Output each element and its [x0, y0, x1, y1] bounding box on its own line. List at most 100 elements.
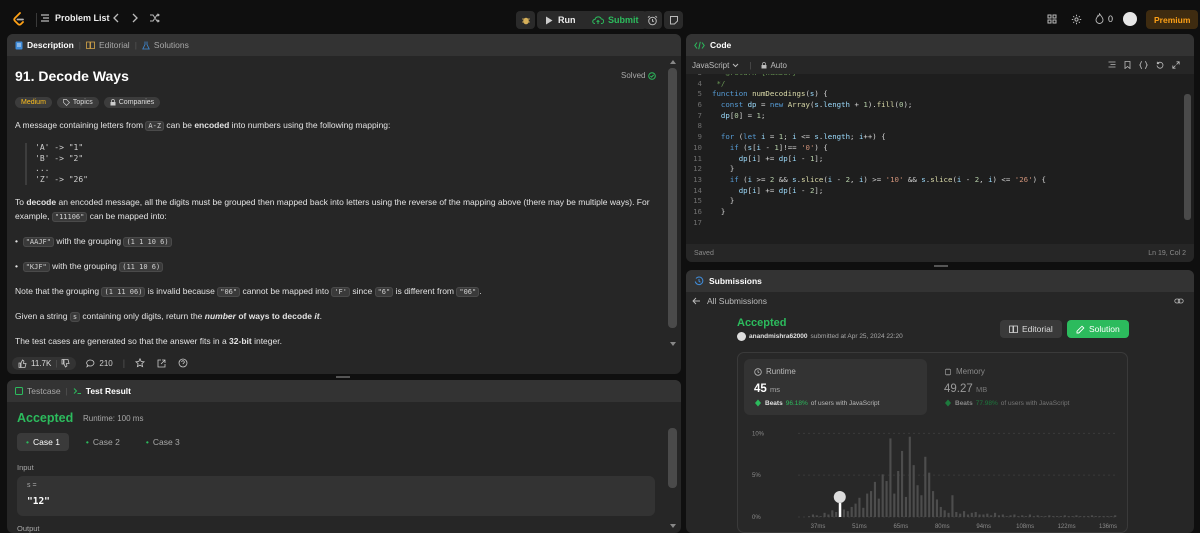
leetcode-logo[interactable]	[12, 12, 26, 27]
submit-button[interactable]: Submit	[584, 11, 647, 29]
histogram-bar[interactable]	[1059, 516, 1063, 517]
case-tab-3[interactable]: • Case 3	[137, 433, 189, 451]
reset-icon[interactable]	[1156, 61, 1164, 69]
histogram-bar[interactable]	[1094, 516, 1097, 517]
histogram-bar[interactable]	[1063, 515, 1066, 517]
histogram-bar[interactable]	[846, 511, 849, 517]
histogram-bar[interactable]	[811, 514, 815, 517]
histogram-bar[interactable]	[842, 509, 846, 517]
histogram-bar[interactable]	[974, 511, 977, 517]
histogram-bar[interactable]	[912, 465, 915, 517]
histogram-bar[interactable]	[881, 474, 884, 517]
comments-button[interactable]: 210	[80, 357, 118, 370]
histogram-bar[interactable]	[939, 506, 942, 517]
histogram-bar[interactable]	[1028, 514, 1032, 517]
histogram-bar[interactable]	[1067, 516, 1070, 517]
histogram-bar[interactable]	[873, 481, 877, 517]
histogram-bar[interactable]	[1098, 516, 1101, 517]
histogram-bar[interactable]	[823, 512, 826, 517]
memory-stat[interactable]: Memory 49.27 MB Beats 77.98% of users wi…	[934, 359, 1117, 415]
all-submissions-link[interactable]: All Submissions	[707, 296, 767, 306]
histogram-bar[interactable]	[1087, 516, 1090, 517]
random-problem-button[interactable]	[149, 13, 160, 23]
histogram-bar[interactable]	[970, 512, 973, 517]
histogram-bar[interactable]	[1025, 516, 1028, 517]
username[interactable]: anandmishra62000	[749, 333, 808, 340]
notes-button[interactable]	[664, 11, 683, 29]
vertical-resize-handle[interactable]	[934, 265, 948, 267]
problem-list-button[interactable]: Problem List	[40, 13, 110, 23]
histogram-bar[interactable]	[955, 511, 958, 517]
histogram-bar[interactable]	[1021, 515, 1024, 517]
tab-description[interactable]: Description	[15, 40, 74, 50]
histogram-bar[interactable]	[982, 514, 985, 517]
tab-test-result[interactable]: Test Result	[73, 386, 131, 396]
scrollbar[interactable]	[668, 56, 677, 352]
histogram-bar[interactable]	[1075, 515, 1078, 517]
user-marker-avatar[interactable]	[833, 491, 846, 503]
histogram-bar[interactable]	[827, 514, 830, 517]
runtime-stat[interactable]: Runtime 45 ms Beats 96.18% of users with…	[744, 359, 927, 415]
histogram-bar[interactable]	[866, 493, 869, 517]
debug-button[interactable]	[516, 11, 535, 29]
companies-tag[interactable]: Companies	[103, 97, 161, 108]
topics-tag[interactable]: Topics	[56, 97, 99, 108]
histogram-bar[interactable]	[1090, 515, 1094, 517]
histogram-bar[interactable]	[908, 436, 911, 517]
share-icon[interactable]	[157, 359, 166, 368]
link-icon[interactable]	[1174, 297, 1184, 305]
language-select[interactable]: JavaScript	[692, 61, 739, 70]
histogram-bar[interactable]	[904, 496, 908, 517]
thumbs-up-icon[interactable]	[18, 358, 27, 368]
settings-button[interactable]	[1071, 14, 1082, 25]
avatar[interactable]	[1123, 12, 1137, 26]
user-avatar[interactable]	[737, 332, 746, 341]
histogram-bar[interactable]	[978, 514, 981, 517]
result-scrollbar[interactable]	[668, 402, 677, 533]
histogram-bar[interactable]	[1102, 516, 1105, 517]
layout-button[interactable]	[1047, 14, 1057, 24]
histogram-bar[interactable]	[889, 438, 892, 517]
timer-button[interactable]	[643, 11, 662, 29]
histogram-bar[interactable]	[858, 497, 861, 517]
histogram-bar[interactable]	[862, 507, 865, 517]
histogram-bar[interactable]	[1071, 516, 1074, 517]
histogram-bar[interactable]	[850, 506, 853, 517]
histogram-bar[interactable]	[1032, 516, 1035, 517]
editorial-button[interactable]: Editorial	[1000, 320, 1062, 338]
run-button[interactable]: Run	[537, 11, 584, 29]
bookmark-icon[interactable]	[1124, 61, 1131, 69]
histogram-bar[interactable]	[943, 510, 946, 517]
format-icon[interactable]	[1108, 61, 1116, 69]
case-tab-1[interactable]: • Case 1	[17, 433, 69, 451]
histogram-bar[interactable]	[1017, 516, 1020, 517]
histogram-bar[interactable]	[994, 512, 997, 517]
histogram-bar[interactable]	[1056, 516, 1059, 517]
histogram-bar[interactable]	[1005, 516, 1008, 517]
histogram-bar[interactable]	[920, 495, 923, 517]
histogram-bar[interactable]	[932, 491, 935, 517]
histogram-bar[interactable]	[997, 515, 1001, 517]
histogram-bar[interactable]	[1052, 516, 1055, 517]
histogram-bar[interactable]	[819, 516, 822, 517]
histogram-bar[interactable]	[1083, 516, 1086, 517]
expand-icon[interactable]	[1172, 61, 1180, 69]
histogram-bar[interactable]	[1110, 516, 1113, 517]
horizontal-resize-handle[interactable]	[336, 376, 350, 378]
histogram-bar[interactable]	[870, 491, 873, 517]
scrollbar-thumb[interactable]	[668, 68, 677, 328]
histogram-bar[interactable]	[986, 513, 989, 517]
thumbs-down-icon[interactable]	[61, 358, 70, 368]
next-problem-button[interactable]	[131, 13, 139, 23]
star-icon[interactable]	[135, 358, 146, 368]
histogram-bar[interactable]	[1013, 514, 1016, 517]
histogram-bar[interactable]	[1044, 516, 1047, 517]
histogram-bar[interactable]	[963, 511, 966, 517]
braces-icon[interactable]	[1139, 61, 1148, 69]
histogram-bar[interactable]	[854, 503, 857, 517]
scrollbar-thumb[interactable]	[668, 428, 677, 488]
histogram-bar[interactable]	[990, 515, 993, 517]
code-editor[interactable]: 3 * @return {number}4 */5function numDec…	[686, 74, 1186, 238]
histogram-bar[interactable]	[835, 511, 838, 517]
prev-problem-button[interactable]	[112, 13, 120, 23]
